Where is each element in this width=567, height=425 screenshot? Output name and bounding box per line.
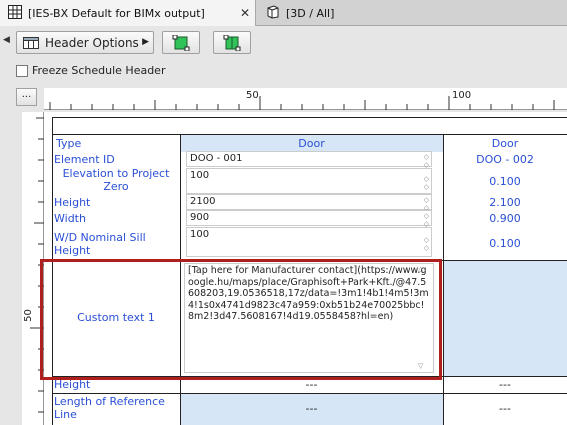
col1-width-value: 900 xyxy=(190,212,210,223)
col2-wd-sill[interactable]: 0.100 xyxy=(443,237,567,250)
row-label-height: Height xyxy=(54,196,91,209)
col2-elevation[interactable]: 0.100 xyxy=(443,175,567,188)
col1-element-id-field[interactable]: DOO - 001 ◇ ◇ xyxy=(186,151,432,169)
toolbar: ◀ Header Options ▶ xyxy=(0,27,567,59)
collapse-panel-icon[interactable]: ◀ xyxy=(3,35,10,45)
horizontal-ruler: 50 100 xyxy=(44,88,567,110)
row-label-type: Type xyxy=(56,137,82,150)
header-options-button[interactable]: Header Options ▶ xyxy=(16,31,154,54)
col1-element-id-value: DOO - 001 xyxy=(190,153,243,164)
col2-width[interactable]: 0.900 xyxy=(443,212,567,225)
spinner-icon[interactable]: ◇ ◇ xyxy=(424,236,429,252)
grid-line xyxy=(52,117,567,118)
header-options-icon xyxy=(23,36,39,49)
ruler-label-100: 100 xyxy=(452,90,472,101)
col1-height-field[interactable]: 2100 ◇ ◇ xyxy=(186,194,432,212)
col2-height2[interactable]: --- xyxy=(443,378,567,391)
chevron-right-icon: ▶ xyxy=(142,37,149,47)
green-split-square-icon xyxy=(223,34,241,51)
col2-header[interactable]: Door xyxy=(443,137,567,150)
tab-3d-all-label: [3D / All] xyxy=(286,6,335,20)
col2-height[interactable]: 2.100 xyxy=(443,196,567,209)
col2-element-id[interactable]: DOO - 002 xyxy=(443,153,567,166)
col1-elevation-field[interactable]: 100 ◇ ◇ xyxy=(186,168,432,194)
spinner-icon[interactable]: ◇ ◇ xyxy=(424,212,429,228)
grid-line xyxy=(52,393,567,394)
row-label-width: Width xyxy=(54,212,86,225)
green-square-icon xyxy=(172,34,190,51)
col1-width-field[interactable]: 900 ◇ ◇ xyxy=(186,210,432,228)
cube-3d-icon xyxy=(266,5,282,21)
tab-schedule-label: [IES-BX Default for BIMx output] xyxy=(28,6,205,20)
close-tab-icon[interactable]: ✕ xyxy=(240,6,250,20)
schedule-window: [IES-BX Default for BIMx output] ✕ [3D /… xyxy=(0,0,567,425)
tab-bar: [IES-BX Default for BIMx output] ✕ [3D /… xyxy=(0,0,567,26)
col1-elevation-value: 100 xyxy=(190,170,210,181)
grid-line xyxy=(52,134,567,135)
col1-height-value: 2100 xyxy=(190,196,216,207)
custom-text-right-bg xyxy=(443,260,567,376)
spinner-icon[interactable]: ◇ ◇ xyxy=(424,153,429,169)
header-options-label: Header Options xyxy=(45,35,139,50)
col2-length-ref[interactable]: --- xyxy=(443,402,567,415)
col1-wd-sill-field[interactable]: 100 ◇ ◇ xyxy=(186,227,432,257)
row-label-wd-sill: W/D Nominal Sill Height xyxy=(54,231,146,257)
freeze-header-label: Freeze Schedule Header xyxy=(32,64,166,77)
ruler-options-button[interactable]: ... xyxy=(16,88,37,106)
spinner-icon[interactable]: ◇ ◇ xyxy=(424,175,429,191)
fit-cells-button[interactable] xyxy=(162,31,200,54)
col1-header[interactable]: Door xyxy=(180,137,443,150)
ruler-label-v50: 50 xyxy=(22,309,34,322)
freeze-header-checkbox[interactable] xyxy=(16,64,28,77)
col1-length-ref[interactable]: --- xyxy=(180,402,443,415)
horizontal-ruler-ticks xyxy=(49,96,555,110)
row-label-length-ref: Length of Reference Line xyxy=(54,395,165,421)
ruler-label-50: 50 xyxy=(246,90,259,101)
schedule-grid-icon xyxy=(8,5,24,21)
highlight-box xyxy=(40,259,442,380)
freeze-header-option[interactable]: Freeze Schedule Header xyxy=(16,64,165,77)
col1-wd-sill-value: 100 xyxy=(190,229,210,240)
row-label-elevation: Elevation to Project Zero xyxy=(62,167,170,193)
tab-3d-all[interactable]: [3D / All] xyxy=(258,0,438,26)
row-label-element-id: Element ID xyxy=(54,153,115,166)
tab-schedule[interactable]: [IES-BX Default for BIMx output] ✕ xyxy=(0,0,256,26)
merge-cells-button[interactable] xyxy=(213,31,251,54)
